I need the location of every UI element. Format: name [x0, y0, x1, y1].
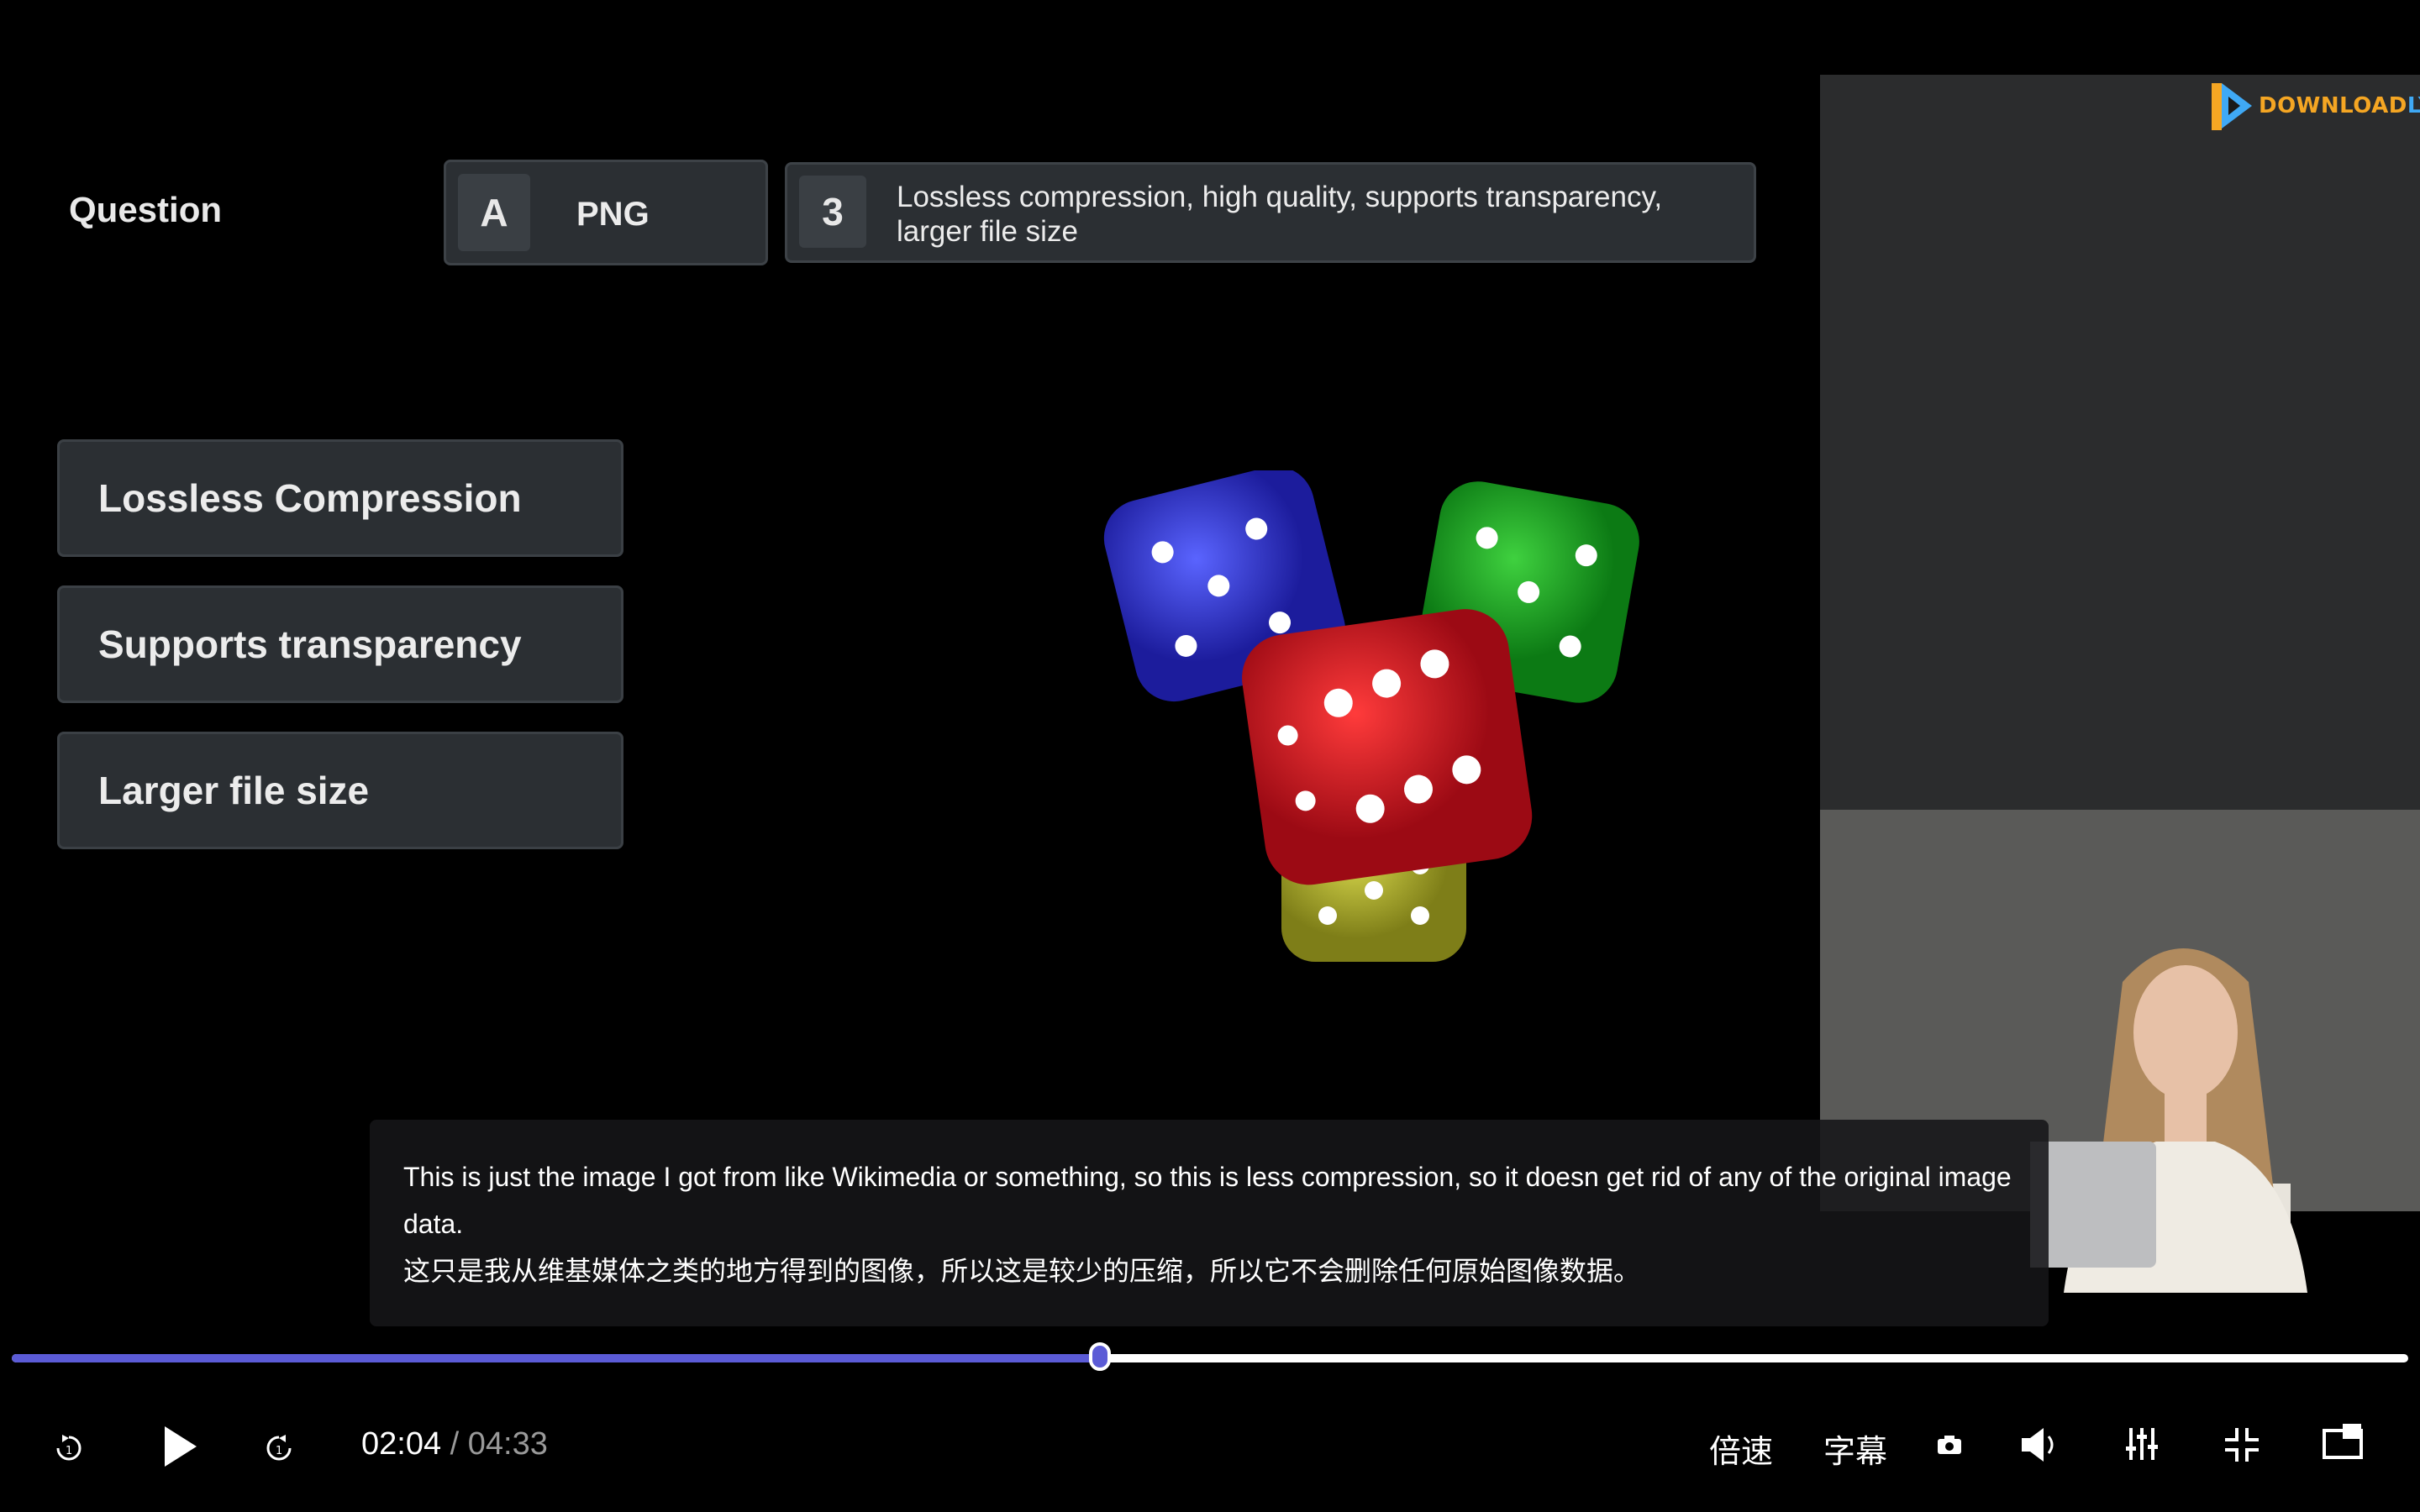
progress-fill: [12, 1354, 1100, 1362]
option-card: Larger file size: [57, 732, 623, 849]
speed-button[interactable]: 倍速: [1709, 1425, 1773, 1472]
answer-key: A: [458, 174, 530, 251]
number-key: 3: [799, 176, 866, 248]
answer-value: PNG: [576, 196, 650, 233]
watermark-text-a: DOWNLOAD: [2259, 93, 2407, 118]
play-logo-icon: [2212, 83, 2252, 130]
settings-sliders-icon[interactable]: [2123, 1425, 2161, 1463]
dice-image: [1103, 470, 1639, 962]
volume-icon[interactable]: [2017, 1425, 2060, 1465]
subtitle-overlay: This is just the image I got from like W…: [370, 1120, 2049, 1326]
number-pill: 3 Lossless compression, high quality, su…: [785, 162, 1756, 263]
question-label: Question: [69, 190, 223, 229]
exit-fullscreen-icon[interactable]: [2222, 1425, 2262, 1465]
svg-text:1: 1: [66, 1445, 72, 1457]
svg-text:1: 1: [276, 1445, 282, 1457]
watermark-logo: DOWNLOADLY.IR: [2210, 79, 2420, 133]
rewind-icon[interactable]: 1: [50, 1430, 87, 1467]
option-card: Supports transparency: [57, 585, 623, 703]
subtitle-button[interactable]: 字幕: [1823, 1425, 1887, 1472]
top-bar: [0, 0, 2420, 75]
progress-handle[interactable]: [1088, 1342, 1111, 1371]
forward-icon[interactable]: 1: [260, 1430, 297, 1467]
time-separator: /: [450, 1426, 460, 1462]
subtitle-english: This is just the image I got from like W…: [403, 1162, 2012, 1239]
screenshot-camera-icon[interactable]: [1933, 1430, 1966, 1460]
progress-bar[interactable]: [12, 1342, 2408, 1371]
subtitle-chinese: 这只是我从维基媒体之类的地方得到的图像，所以这是较少的压缩，所以它不会删除任何原…: [403, 1256, 1641, 1286]
number-text: Lossless compression, high quality, supp…: [897, 181, 1663, 248]
play-icon[interactable]: [156, 1420, 203, 1473]
presenter-figure: [2030, 948, 2307, 1293]
option-card: Lossless Compression: [57, 439, 623, 557]
watermark-text-b: LY.IR: [2407, 93, 2420, 118]
presenter-video: [1820, 75, 2420, 1293]
red-die: [1242, 609, 1533, 885]
duration: 04:33: [467, 1426, 548, 1462]
current-time: 02:04: [361, 1426, 442, 1462]
answer-pill: A PNG: [444, 160, 768, 265]
time-display: 02:04 / 04:33: [361, 1426, 548, 1462]
picture-in-picture-icon[interactable]: [2321, 1421, 2365, 1462]
